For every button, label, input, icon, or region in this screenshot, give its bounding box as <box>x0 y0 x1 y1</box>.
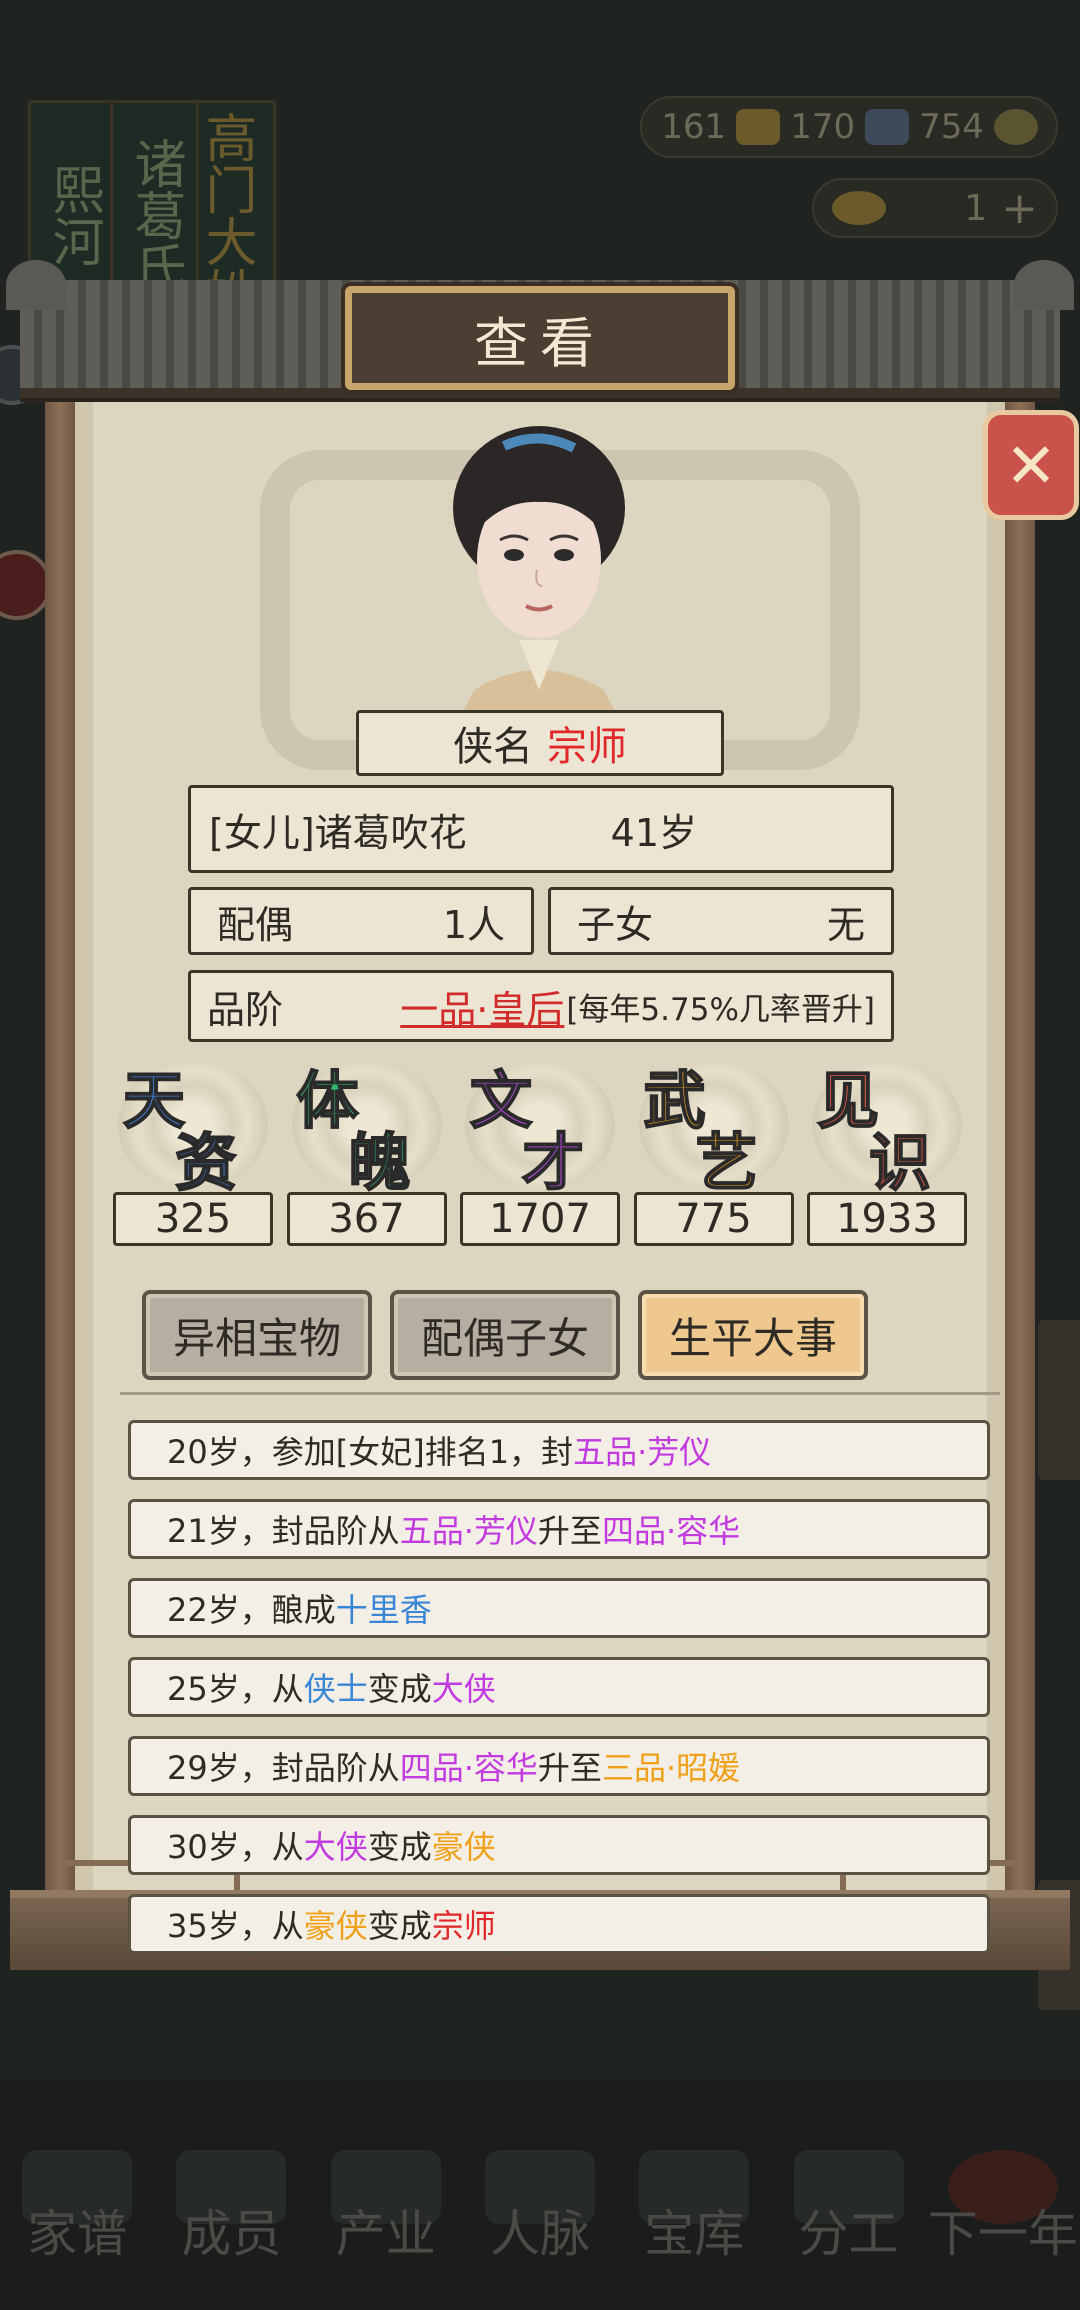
attribute-stats: 天 资 325 体 魄 367 文 才 1707 武 艺 775 见 识 193… <box>113 1060 967 1260</box>
gold-bar-icon <box>736 109 781 145</box>
event-row: 21岁，封品阶从 五品·芳仪 升至 四品·容华 <box>128 1499 990 1559</box>
spouse-value: 1人 <box>442 902 505 947</box>
dialog-title: 查看 <box>345 286 735 390</box>
stat-insight-glyph: 识 <box>868 1125 932 1200</box>
ingot-count: 1 <box>964 187 988 229</box>
coin-count: 754 <box>919 107 984 147</box>
event-text: 变成 <box>367 1670 432 1708</box>
event-highlight: 宗师 <box>431 1907 496 1945</box>
close-icon: ✕ <box>1005 428 1057 502</box>
coin-icon <box>994 109 1038 145</box>
event-row: 20岁，参加[女妃]排名1，封 五品·芳仪 <box>128 1420 990 1480</box>
event-highlight: 豪侠 <box>431 1828 496 1866</box>
event-highlight: 三品·昭媛 <box>601 1749 741 1787</box>
event-text: 21岁，封品阶从 <box>167 1512 400 1550</box>
event-text: 29岁，封品阶从 <box>167 1749 400 1787</box>
tab-life-events[interactable]: 生平大事 <box>638 1290 868 1380</box>
resource-bar: 161 170 754 <box>640 96 1058 158</box>
event-text: 30岁，从 <box>167 1828 304 1866</box>
ingot-bar: 1 + <box>812 178 1058 238</box>
stat-physique-glyph: 魄 <box>347 1125 411 1200</box>
stat-insight-value: 1933 <box>807 1192 967 1246</box>
dialog-pillar <box>45 380 75 1950</box>
event-highlight: 五品·芳仪 <box>399 1512 538 1550</box>
character-portrait <box>453 426 625 710</box>
tab-treasures[interactable]: 异相宝物 <box>142 1290 372 1380</box>
stat-physique: 体 魄 367 <box>286 1060 447 1260</box>
title-rank: 宗师 <box>547 724 627 770</box>
grade-value[interactable]: 一品·皇后 <box>400 979 564 1034</box>
spouse-label: 配偶 <box>217 902 294 947</box>
stat-martial: 武 艺 775 <box>633 1060 794 1260</box>
grade-row: 品阶 一品·皇后 [每年5.75%几率晋升] <box>188 970 894 1042</box>
children-value: 无 <box>826 902 865 947</box>
tab-spouse-children[interactable]: 配偶子女 <box>390 1290 620 1380</box>
close-button[interactable]: ✕ <box>983 410 1079 520</box>
stat-martial-glyph: 艺 <box>694 1125 758 1200</box>
event-text: 22岁，酿成 <box>167 1591 336 1629</box>
stat-talent-value: 325 <box>113 1192 273 1246</box>
dialog-pillar <box>1005 380 1035 1950</box>
event-text: 升至 <box>537 1749 602 1787</box>
stone-count: 161 <box>661 107 727 147</box>
grade-promotion-chance: [每年5.75%几率晋升] <box>566 991 875 1028</box>
title-label: 侠名 <box>453 724 533 770</box>
silver-icon <box>865 109 910 145</box>
event-row: 30岁，从 大侠 变成 豪侠 <box>128 1815 990 1875</box>
life-events-list[interactable]: 20岁，参加[女妃]排名1，封 五品·芳仪 21岁，封品阶从 五品·芳仪 升至 四品·容华… <box>128 1420 990 2212</box>
spouse-row: 配偶 1人 <box>188 887 534 955</box>
stat-talent: 天 资 325 <box>113 1060 273 1260</box>
event-text: 35岁，从 <box>167 1907 304 1945</box>
event-text: 变成 <box>367 1828 432 1866</box>
stat-literary-value: 1707 <box>460 1192 620 1246</box>
event-text: 20岁，参加[女妃]排名1，封 <box>167 1433 574 1471</box>
children-label: 子女 <box>577 902 654 947</box>
event-highlight: 豪侠 <box>303 1907 368 1945</box>
identity-row: [女儿]诸葛吹花 41岁 <box>188 785 894 873</box>
event-row: 29岁，封品阶从 四品·容华 升至 三品·昭媛 <box>128 1736 990 1796</box>
title-tag: 侠名 宗师 <box>356 710 724 776</box>
children-row: 子女 无 <box>548 887 894 955</box>
stat-talent-glyph: 资 <box>174 1125 238 1200</box>
stat-martial-value: 775 <box>633 1192 794 1246</box>
add-icon[interactable]: + <box>1001 183 1038 234</box>
gold-bar-count: 170 <box>790 107 856 147</box>
event-highlight: 四品·容华 <box>601 1512 741 1550</box>
dialog-tabs: 异相宝物 配偶子女 生平大事 <box>142 1290 872 1380</box>
event-text: 升至 <box>537 1512 602 1550</box>
character-age: 41岁 <box>610 810 698 855</box>
divider <box>120 1392 1000 1404</box>
stat-insight: 见 识 1933 <box>807 1060 967 1260</box>
event-highlight: 五品·芳仪 <box>573 1433 712 1471</box>
event-highlight: 侠士 <box>303 1670 368 1708</box>
event-row: 35岁，从 豪侠 变成 宗师 <box>128 1894 990 1954</box>
event-text: 变成 <box>367 1907 432 1945</box>
event-highlight: 大侠 <box>431 1670 496 1708</box>
grade-label: 品阶 <box>207 987 284 1032</box>
event-row: 22岁，酿成 十里香 <box>128 1578 990 1638</box>
event-highlight: 十里香 <box>335 1591 432 1629</box>
ingot-icon <box>832 191 886 225</box>
view-dialog: 查看 ✕ 侠名 宗师 [女儿]诸葛吹花 41岁 配偶 1人 子女 无 品阶 一品… <box>6 260 1079 2030</box>
stat-literary: 文 才 1707 <box>460 1060 620 1260</box>
stat-literary-glyph: 才 <box>521 1125 585 1200</box>
event-highlight: 大侠 <box>303 1828 368 1866</box>
event-highlight: 四品·容华 <box>399 1749 538 1787</box>
event-text: 25岁，从 <box>167 1670 304 1708</box>
stat-physique-value: 367 <box>286 1192 447 1246</box>
event-row: 25岁，从 侠士 变成 大侠 <box>128 1657 990 1717</box>
character-name: [女儿]诸葛吹花 <box>209 810 467 855</box>
